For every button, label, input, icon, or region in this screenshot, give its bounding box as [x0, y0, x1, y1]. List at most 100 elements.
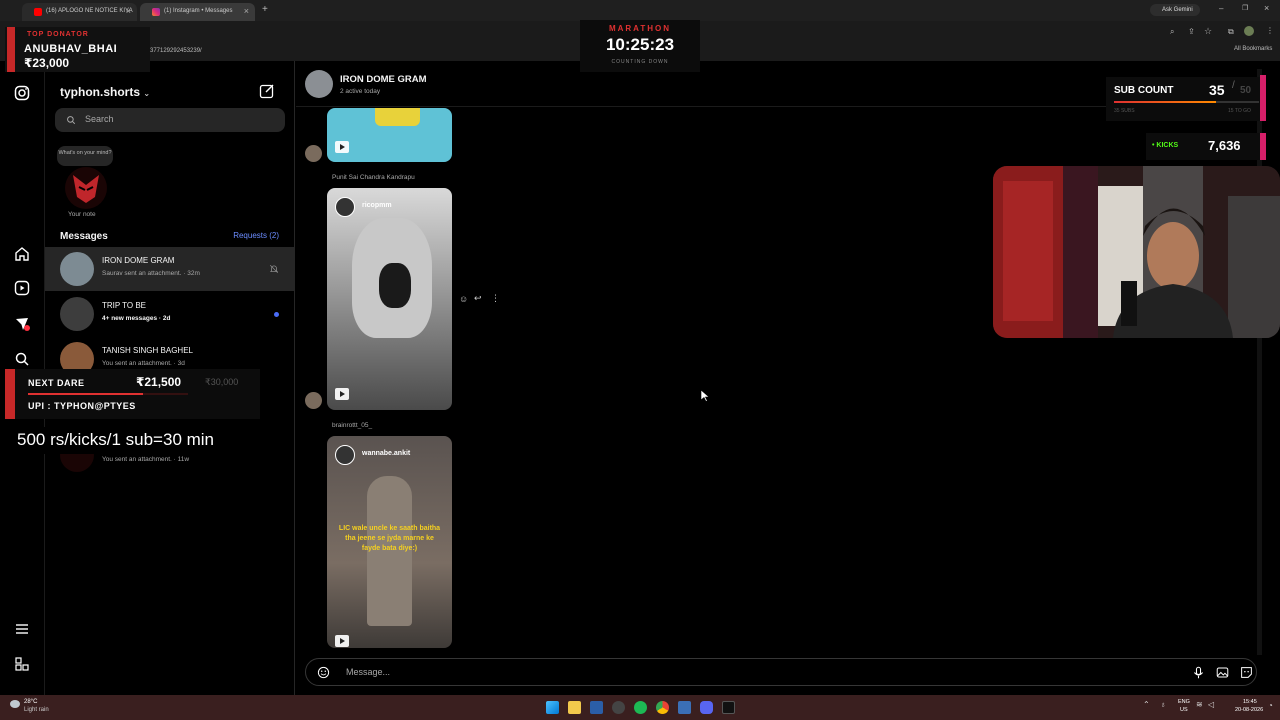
- clock-time[interactable]: 15:45: [1243, 699, 1257, 705]
- muted-bell-icon: [269, 264, 279, 274]
- top-donator-name: ANUBHAV_BHAI: [24, 43, 118, 55]
- close-icon[interactable]: ×: [244, 6, 249, 16]
- webcam-feed: [993, 166, 1280, 338]
- sender-name: brainrottt_05_: [332, 422, 373, 429]
- zoom-icon[interactable]: ⌕: [1170, 27, 1174, 37]
- search-icon[interactable]: [14, 351, 30, 367]
- mic-tray-icon[interactable]: ♁: [1160, 700, 1166, 709]
- notification-icon[interactable]: ◔: [1268, 701, 1273, 710]
- reel-caption: LIC wale uncle ke saath baitha tha jeene…: [338, 525, 441, 552]
- message-placeholder: Message...: [346, 667, 391, 677]
- bookmark-star-icon[interactable]: ☆: [1204, 26, 1212, 37]
- marathon-time: 10:25:23: [605, 35, 675, 54]
- conversation-name: TANISH SINGH BAGHEL: [102, 346, 193, 355]
- minimize-button[interactable]: –: [1219, 4, 1223, 13]
- play-icon: [335, 141, 349, 153]
- messages-icon[interactable]: [14, 316, 30, 332]
- requests-link[interactable]: Requests (2): [233, 231, 279, 240]
- conversation-preview: 4+ new messages · 2d: [102, 315, 171, 322]
- weather-icon[interactable]: [10, 700, 20, 708]
- emoji-icon[interactable]: [317, 666, 330, 679]
- sticker-icon[interactable]: [1240, 666, 1253, 679]
- search-input[interactable]: Search: [55, 108, 285, 132]
- conversation-item[interactable]: TRIP TO BE 4+ new messages · 2d: [45, 292, 295, 336]
- sub-progress-fill: [1114, 101, 1216, 103]
- play-icon: [335, 635, 349, 647]
- install-icon[interactable]: ⇪: [1188, 27, 1195, 36]
- tab-instagram[interactable]: (1) Instagram • Messages ×: [140, 3, 255, 21]
- kicks-label: • KICKS: [1152, 142, 1179, 149]
- reels-icon[interactable]: [14, 280, 30, 296]
- sub-count-label: SUB COUNT: [1114, 85, 1174, 96]
- weather-desc: Light rain: [24, 707, 49, 713]
- discord-icon[interactable]: [700, 701, 713, 714]
- accent-bar: [1260, 133, 1266, 160]
- lang-top[interactable]: ENG: [1178, 699, 1190, 705]
- maximize-button[interactable]: ❐: [1242, 4, 1248, 12]
- home-icon[interactable]: [14, 246, 30, 262]
- youtube-icon: [34, 8, 42, 16]
- more-menu-icon[interactable]: [14, 621, 30, 637]
- conversation-item[interactable]: IRON DOME GRAM Saurav sent an attachment…: [45, 247, 295, 291]
- shared-reel[interactable]: ricopmm: [327, 188, 452, 410]
- chat-panel: IRON DOME GRAM 2 active today Punit Sai …: [296, 61, 1266, 695]
- sub-count-overlay: SUB COUNT 35 / 50 35 SUBS 15 TO GO: [1106, 75, 1266, 121]
- chat-title[interactable]: IRON DOME GRAM: [340, 74, 427, 85]
- account-switcher[interactable]: typhon.shorts ⌄: [60, 85, 150, 99]
- new-tab-button[interactable]: +: [262, 4, 268, 15]
- meta-apps-icon[interactable]: [14, 656, 30, 672]
- menu-icon[interactable]: ⋮: [1266, 26, 1274, 35]
- note-label: Your note: [68, 211, 96, 218]
- more-options-icon[interactable]: ⋮: [491, 293, 500, 304]
- new-message-icon[interactable]: [259, 83, 275, 99]
- reply-icon[interactable]: ↩: [474, 293, 482, 304]
- file-explorer-icon[interactable]: [568, 701, 581, 714]
- conversation-preview: Saurav sent an attachment. · 32m: [102, 270, 200, 277]
- windows-start-icon[interactable]: [546, 701, 559, 714]
- play-icon: [335, 388, 349, 400]
- avatar[interactable]: [65, 167, 107, 209]
- spotify-icon[interactable]: [634, 701, 647, 714]
- avatar: [335, 445, 355, 465]
- conversation-preview: You sent an attachment. · 3d: [102, 360, 185, 367]
- tray-chevron-icon[interactable]: ⌃: [1143, 700, 1150, 709]
- profile-avatar[interactable]: [1244, 26, 1254, 36]
- address-bar[interactable]: 377129292453239/: [150, 48, 202, 54]
- note-bubble[interactable]: What's on your mind?: [57, 146, 113, 166]
- marathon-label: MARATHON: [608, 24, 672, 33]
- chevron-down-icon: ⌄: [143, 89, 151, 98]
- chrome-icon[interactable]: [656, 701, 669, 714]
- terminal-app-icon[interactable]: [722, 701, 735, 714]
- reel-author[interactable]: ricopmm: [362, 202, 392, 209]
- upi-id: UPI : TYPHON@PTYES: [28, 401, 136, 411]
- next-dare-goal: ₹30,000: [205, 377, 239, 387]
- avatar[interactable]: [305, 70, 333, 98]
- all-bookmarks[interactable]: All Bookmarks: [1234, 46, 1272, 52]
- obs-icon[interactable]: [612, 701, 625, 714]
- microphone-icon[interactable]: [1192, 666, 1205, 679]
- extensions-icon[interactable]: ⧉: [1228, 27, 1234, 37]
- accent-bar: [1260, 75, 1266, 121]
- shared-reel[interactable]: [327, 108, 452, 162]
- lang-bottom: US: [1180, 707, 1188, 713]
- steam-icon[interactable]: [590, 701, 603, 714]
- clock-date: 20-08-2026: [1235, 707, 1264, 713]
- next-dare-overlay: NEXT DARE ₹21,500 ₹30,000 UPI : TYPHON@P…: [5, 369, 260, 419]
- sub-progress-track: [1114, 101, 1259, 103]
- window-close-button[interactable]: ×: [1264, 3, 1269, 13]
- volume-icon[interactable]: ◁: [1208, 700, 1214, 709]
- mouse-cursor-icon: [701, 390, 709, 402]
- image-icon[interactable]: [1216, 666, 1229, 679]
- message-input[interactable]: Message...: [305, 658, 1257, 686]
- ask-gemini-button[interactable]: Ask Gemini: [1150, 4, 1200, 16]
- search-placeholder: Search: [85, 114, 114, 124]
- instagram-logo-icon[interactable]: [14, 85, 30, 101]
- reel-author[interactable]: wannabe.ankit: [362, 450, 410, 457]
- tab-youtube[interactable]: (16) APLOGO NE NOTICE KIYA ×: [22, 3, 137, 21]
- emoji-react-icon[interactable]: ☺: [459, 294, 468, 304]
- wifi-icon[interactable]: ≋: [1196, 700, 1203, 709]
- shared-reel[interactable]: wannabe.ankit LIC wale uncle ke saath ba…: [327, 436, 452, 648]
- monitor-app-icon[interactable]: [678, 701, 691, 714]
- instagram-icon: [152, 8, 160, 16]
- close-icon[interactable]: ×: [126, 6, 131, 16]
